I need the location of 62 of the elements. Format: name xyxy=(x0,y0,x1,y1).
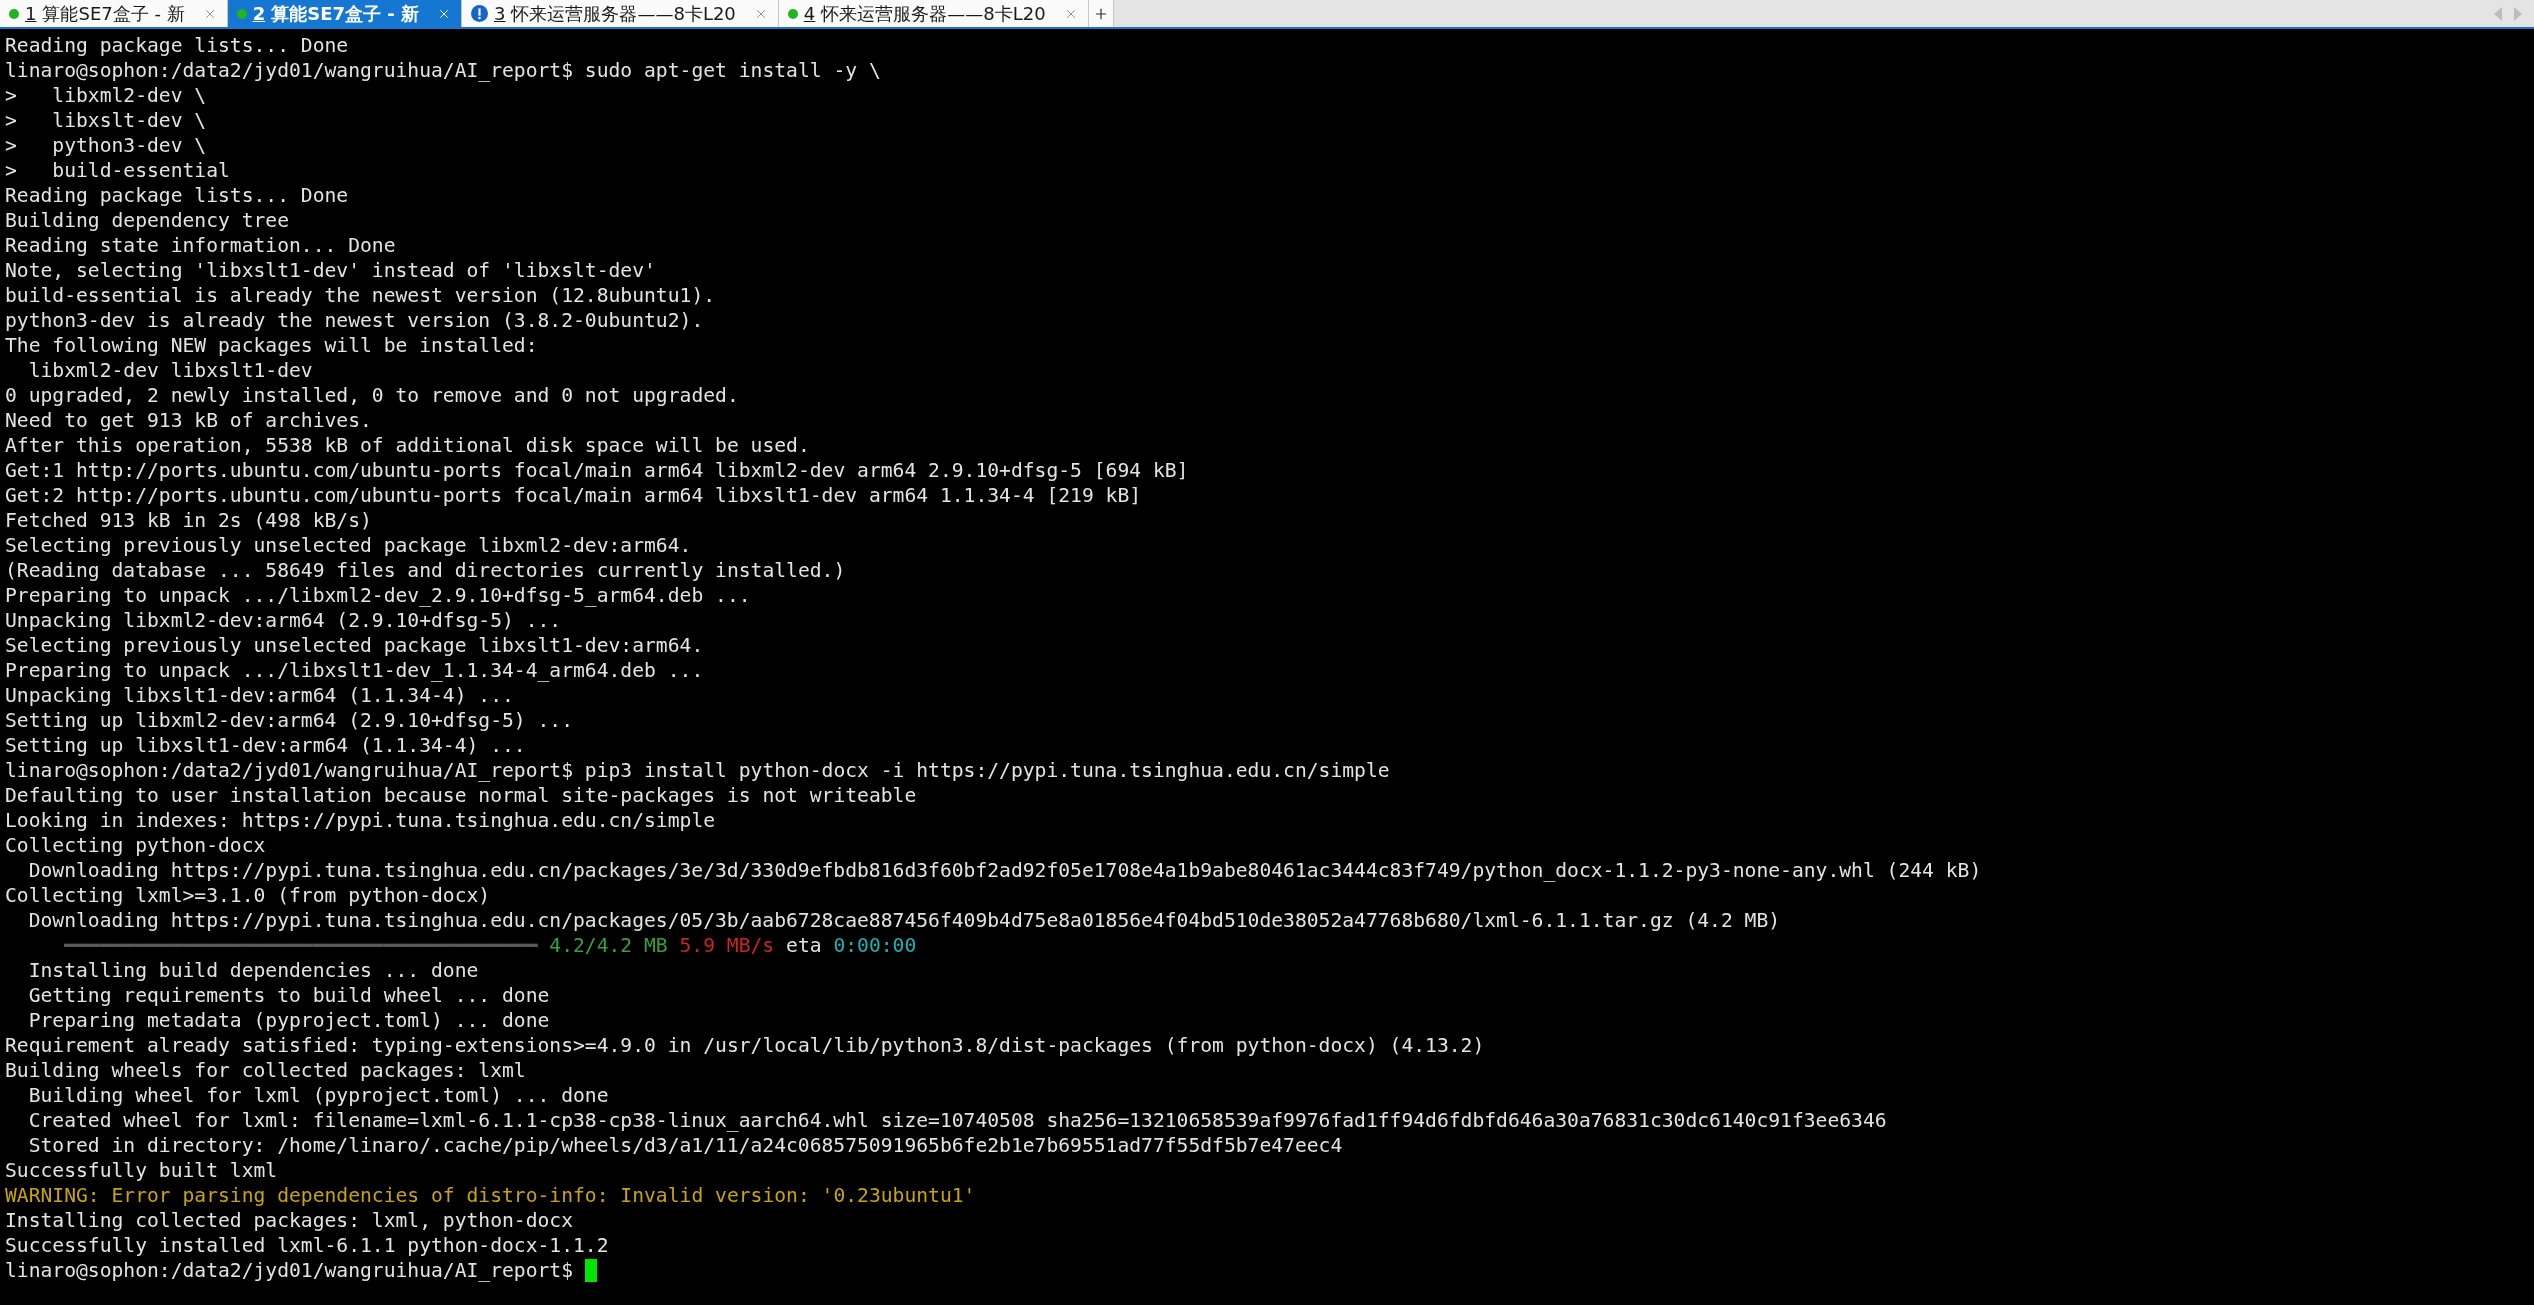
download-speed: 5.9 MB/s xyxy=(679,933,775,958)
terminal-line: Building wheels for collected packages: lxml xyxy=(5,1058,526,1083)
terminal-line: Get:2 http://ports.ubuntu.com/ubuntu-ports focal/main arm64 libxslt1-dev arm64 1.1.34-4 [219 kB] xyxy=(5,483,1142,508)
terminal-line: Setting up libxslt1-dev:arm64 (1.1.34-4) ... xyxy=(5,733,526,758)
command-prompt: linaro@sophon:/data2/jyd01/wangruihua/AI_report$ xyxy=(5,1258,574,1283)
terminal-line: Fetched 913 kB in 2s (498 kB/s) xyxy=(5,508,372,533)
terminal-line: Selecting previously unselected package libxml2-dev:arm64. xyxy=(5,533,692,558)
eta-time: 0:00:00 xyxy=(833,933,917,958)
terminal-line: Setting up libxml2-dev:arm64 (2.9.10+dfsg-5) ... xyxy=(5,708,574,733)
terminal-line: Downloading https://pypi.tuna.tsinghua.edu.cn/packages/3e/3d/330d9efbdb816d3f60bf2ad92f05e1708e4a1b9abe80461ac3444c83f749/python_docx-1.1.2-py3-none-any.whl (244 kB) xyxy=(28,858,1982,883)
progress-bar-text: ━━━━━━━━━━━━━━━━━━━━━━━━━━━━━━━━━━━━━━━━ xyxy=(64,933,538,958)
tab[interactable]: 2 算能SE7盒子 - 新 xyxy=(227,0,462,27)
terminal-line: Get:1 http://ports.ubuntu.com/ubuntu-ports focal/main arm64 libxml2-dev arm64 2.9.10+dfsg-5 [694 kB] xyxy=(5,458,1189,483)
tab[interactable]: 3 怀来运营服务器——8卡L20 xyxy=(462,0,779,27)
terminal-line: Stored in directory: /home/linaro/.cache/pip/wheels/d3/a1/11/a24c068575091965b6fe2b1e7b69551ad77f55df5b7e47eec4 xyxy=(28,1133,1343,1158)
caret-left-icon xyxy=(2494,6,2502,21)
terminal-line: Successfully installed lxml-6.1.1 python-docx-1.1.2 xyxy=(5,1233,609,1258)
terminal-line: Requirement already satisfied: typing-extensions>=4.9.0 in /usr/local/lib/python3.8/dist-packages (from python-docx) (4.13.2) xyxy=(5,1033,1485,1058)
terminal-line: libxml2-dev libxslt1-dev xyxy=(28,358,313,383)
terminal-line: Selecting previously unselected package libxslt1-dev:arm64. xyxy=(5,633,704,658)
terminal-line: > libxslt-dev \ xyxy=(5,108,207,133)
terminal-line: Preparing metadata (pyproject.toml) ... done xyxy=(28,1008,550,1033)
terminal-line: Successfully built lxml xyxy=(5,1158,278,1183)
terminal-line: Building wheel for lxml (pyproject.toml) ... done xyxy=(28,1083,609,1108)
text-cursor xyxy=(584,1259,597,1282)
terminal-line: Building dependency tree xyxy=(5,208,290,233)
terminal-line: Created wheel for lxml: filename=lxml-6.1.1-cp38-cp38-linux_aarch64.whl size=10740508 sha256=13210658539af9976fad1ff94d6fdbfd646a30a76831c30dc6140c91f3ee6346 xyxy=(28,1108,1887,1133)
terminal-line: Installing build dependencies ... done xyxy=(28,958,479,983)
terminal-line: > python3-dev \ xyxy=(5,133,207,158)
terminal-line: Note, selecting 'libxslt1-dev' instead of 'libxslt-dev' xyxy=(5,258,656,283)
terminal-line: (Reading database ... 58649 files and directories currently installed.) xyxy=(5,558,846,583)
terminal-line: 0 upgraded, 2 newly installed, 0 to remove and 0 not upgraded. xyxy=(5,383,739,408)
terminal-line: Unpacking libxml2-dev:arm64 (2.9.10+dfsg-5) ... xyxy=(5,608,562,633)
terminal-line: > build-essential xyxy=(5,158,230,183)
tab[interactable]: 1 算能SE7盒子 - 新 xyxy=(0,0,228,27)
terminal-line: Need to get 913 kB of archives. xyxy=(5,408,372,433)
terminal-line: Collecting lxml>=3.1.0 (from python-docx) xyxy=(5,883,491,908)
new-tab-button[interactable] xyxy=(1088,0,1114,27)
terminal-line: Reading package lists... Done xyxy=(5,33,349,58)
warning-line: WARNING: Error parsing dependencies of distro-info: Invalid version: '0.23ubuntu1' xyxy=(5,1183,976,1208)
terminal-line: linaro@sophon:/data2/jyd01/wangruihua/AI_report$ pip3 install python-docx -i https://pypi.tuna.tsinghua.edu.cn/simple xyxy=(5,758,1390,783)
terminal-line: Preparing to unpack .../libxslt1-dev_1.1.34-4_arm64.deb ... xyxy=(5,658,704,683)
caret-right-icon xyxy=(2514,6,2522,21)
tab[interactable]: 4 怀来运营服务器——8卡L20 xyxy=(778,0,1089,27)
terminal-line: Collecting python-docx xyxy=(5,833,266,858)
terminal-line: Downloading https://pypi.tuna.tsinghua.edu.cn/packages/05/3b/aab6728cae887456f409b4d75e8a01856e4f04bd510de38052a47768b680/lxml-6.1.1.tar.gz (4.2 MB) xyxy=(28,908,1781,933)
terminal-line: Installing collected packages: lxml, python-docx xyxy=(5,1208,574,1233)
download-size: 4.2/4.2 MB xyxy=(549,933,668,958)
terminal-line: Getting requirements to build wheel ... done xyxy=(28,983,550,1008)
eta-label: eta xyxy=(786,933,822,958)
terminal-line: Looking in indexes: https://pypi.tuna.tsinghua.edu.cn/simple xyxy=(5,808,716,833)
terminal-line: The following NEW packages will be installed: xyxy=(5,333,538,358)
terminal-line: python3-dev is already the newest version (3.8.2-0ubuntu2). xyxy=(5,308,704,333)
terminal-line: Reading state information... Done xyxy=(5,233,396,258)
terminal-line: Reading package lists... Done xyxy=(5,183,349,208)
terminal-line: Unpacking libxslt1-dev:arm64 (1.1.34-4) ... xyxy=(5,683,514,708)
terminal-line: linaro@sophon:/data2/jyd01/wangruihua/AI_report$ sudo apt-get install -y \ xyxy=(5,58,881,83)
terminal-line: Preparing to unpack .../libxml2-dev_2.9.10+dfsg-5_arm64.deb ... xyxy=(5,583,751,608)
terminal-line: build-essential is already the newest version (12.8ubuntu1). xyxy=(5,283,716,308)
terminal-line: Defaulting to user installation because normal site-packages is not writeable xyxy=(5,783,917,808)
terminal-line: After this operation, 5538 kB of additional disk space will be used. xyxy=(5,433,810,458)
terminal-line: > libxml2-dev \ xyxy=(5,83,207,108)
